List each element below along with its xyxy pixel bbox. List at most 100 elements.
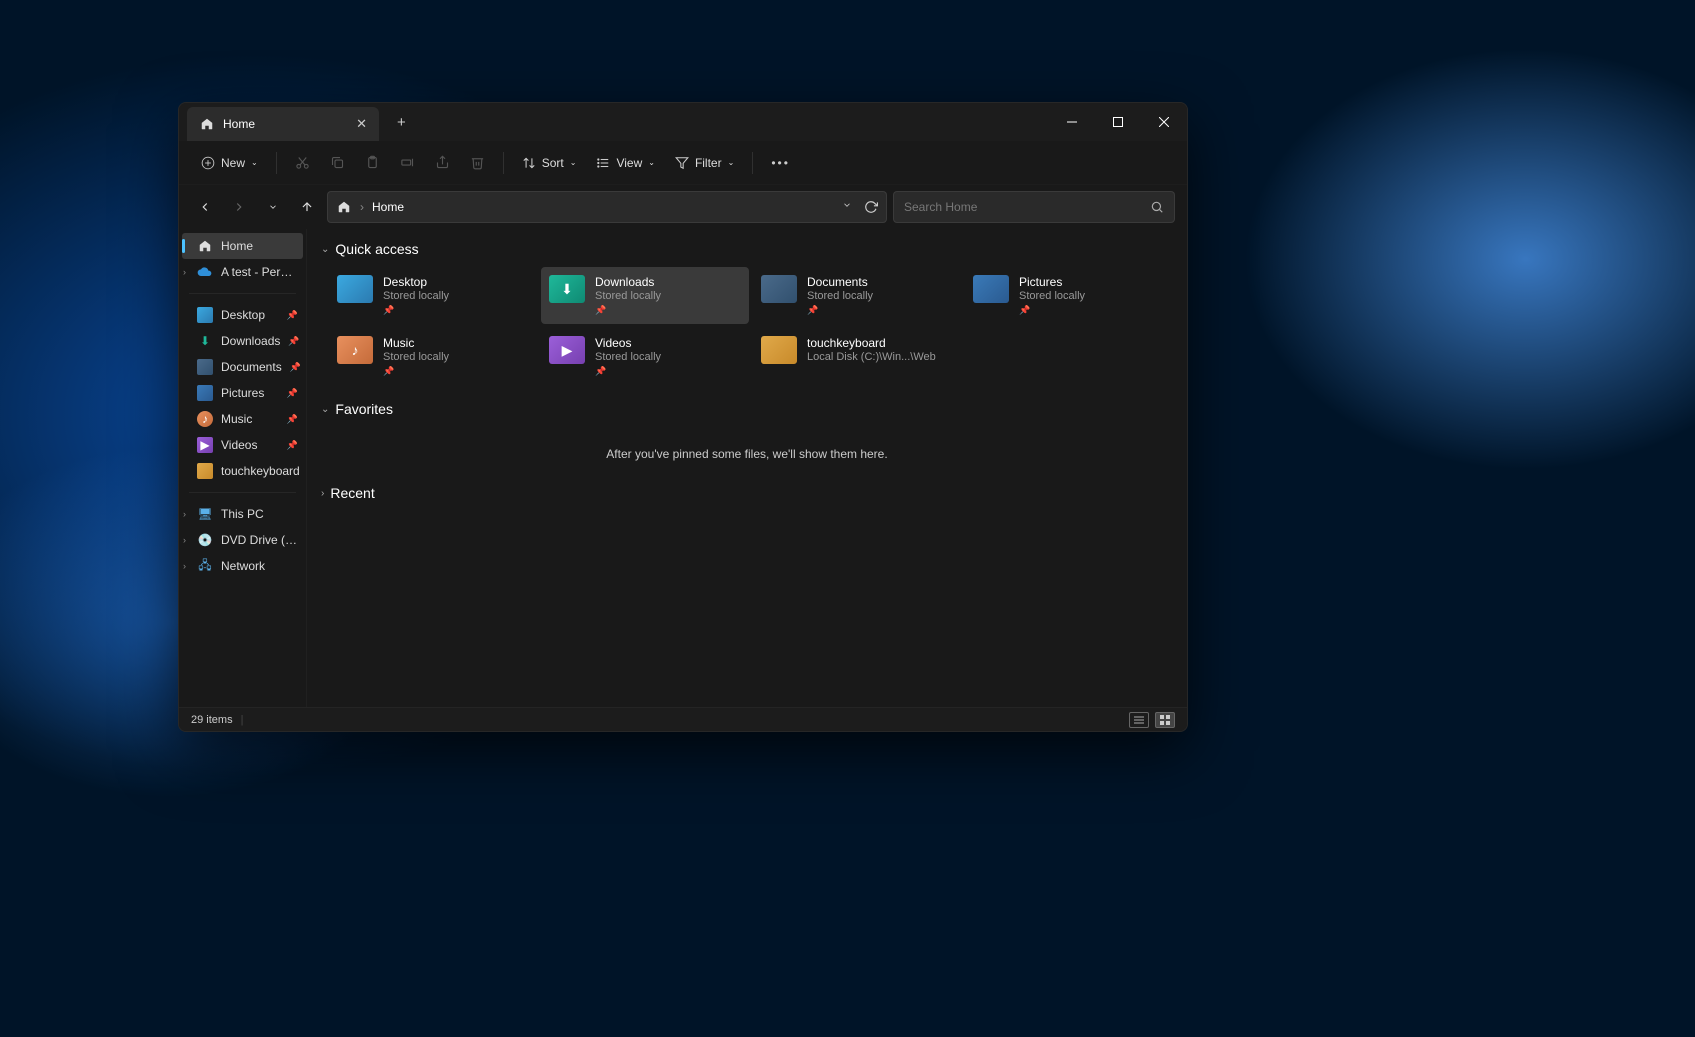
chevron-right-icon: › <box>321 488 324 499</box>
documents-icon <box>197 359 213 375</box>
qa-item-touchkeyboard[interactable]: touchkeyboard Local Disk (C:)\Win...\Web <box>753 328 961 385</box>
minimize-button[interactable] <box>1049 106 1095 138</box>
section-recent[interactable]: › Recent <box>321 481 1173 511</box>
sidebar-item-pictures[interactable]: Pictures 📌 <box>179 380 306 406</box>
quick-access-grid: Desktop Stored locally 📌 ⬇ Downloads Sto… <box>329 267 1173 385</box>
pin-icon: 📌 <box>290 362 301 373</box>
separator <box>503 152 504 174</box>
chevron-down-icon: ⌄ <box>648 158 655 167</box>
section-favorites[interactable]: ⌄ Favorites <box>321 397 1173 427</box>
refresh-button[interactable] <box>864 200 878 214</box>
pin-icon: 📌 <box>595 366 661 377</box>
search-input[interactable] <box>904 200 1150 214</box>
network-icon: 🖧 <box>197 558 213 574</box>
breadcrumb-separator: › <box>360 200 364 214</box>
history-dropdown[interactable] <box>259 193 287 221</box>
tab-home[interactable]: Home ✕ <box>187 107 379 141</box>
home-icon <box>199 116 215 132</box>
more-button[interactable]: ••• <box>763 150 798 176</box>
details-view-button[interactable] <box>1129 712 1149 728</box>
chevron-right-icon: › <box>183 561 186 571</box>
home-icon <box>336 199 352 215</box>
sidebar-item-downloads[interactable]: ⬇ Downloads 📌 <box>179 328 306 354</box>
content-pane: ⌄ Quick access Desktop Stored locally 📌 … <box>307 229 1187 707</box>
qa-item-pictures[interactable]: Pictures Stored locally 📌 <box>965 267 1173 324</box>
chevron-down-icon: ⌄ <box>570 158 577 167</box>
forward-button[interactable] <box>225 193 253 221</box>
cut-button <box>287 149 318 176</box>
close-button[interactable] <box>1141 106 1187 138</box>
qa-item-downloads[interactable]: ⬇ Downloads Stored locally 📌 <box>541 267 749 324</box>
sidebar-item-dvd[interactable]: › 💿 DVD Drive (D:) CCC <box>179 527 306 553</box>
search-icon[interactable] <box>1150 200 1164 214</box>
music-icon: ♪ <box>337 336 373 364</box>
pin-icon: 📌 <box>288 336 299 347</box>
up-button[interactable] <box>293 193 321 221</box>
share-button <box>427 149 458 176</box>
tab-close-icon[interactable]: ✕ <box>356 116 367 132</box>
filter-icon <box>675 156 689 170</box>
status-bar: 29 items | <box>179 707 1187 731</box>
chevron-down-icon: ⌄ <box>321 404 329 415</box>
chevron-down-icon: ⌄ <box>728 158 735 167</box>
pictures-icon <box>197 385 213 401</box>
chevron-down-icon: ⌄ <box>321 244 329 255</box>
item-count: 29 items <box>191 714 233 726</box>
separator <box>189 293 296 294</box>
view-button[interactable]: View ⌄ <box>588 150 663 176</box>
separator <box>276 152 277 174</box>
qa-item-documents[interactable]: Documents Stored locally 📌 <box>753 267 961 324</box>
sidebar-item-videos[interactable]: ▶ Videos 📌 <box>179 432 306 458</box>
pin-icon: 📌 <box>383 366 449 377</box>
navigation-bar: › Home <box>179 185 1187 229</box>
sidebar-item-touchkeyboard[interactable]: touchkeyboard <box>179 458 306 484</box>
sidebar-item-desktop[interactable]: Desktop 📌 <box>179 302 306 328</box>
sidebar-item-onedrive[interactable]: › A test - Personal <box>179 259 306 285</box>
sidebar-item-home[interactable]: Home <box>182 233 303 259</box>
filter-button[interactable]: Filter ⌄ <box>667 150 742 176</box>
qa-item-music[interactable]: ♪ Music Stored locally 📌 <box>329 328 537 385</box>
separator <box>189 492 296 493</box>
sidebar-item-network[interactable]: › 🖧 Network <box>179 553 306 579</box>
plus-circle-icon <box>201 156 215 170</box>
sort-button[interactable]: Sort ⌄ <box>514 150 585 176</box>
videos-icon: ▶ <box>549 336 585 364</box>
separator <box>752 152 753 174</box>
downloads-icon: ⬇ <box>549 275 585 303</box>
command-toolbar: New ⌄ Sort ⌄ View ⌄ Filter ⌄ ••• <box>179 141 1187 185</box>
file-explorer-window: Home ✕ + New ⌄ Sort ⌄ View <box>178 102 1188 732</box>
back-button[interactable] <box>191 193 219 221</box>
maximize-button[interactable] <box>1095 106 1141 138</box>
pin-icon: 📌 <box>807 305 873 316</box>
view-icon <box>596 156 610 170</box>
pin-icon: 📌 <box>383 305 449 316</box>
new-tab-button[interactable]: + <box>379 114 424 131</box>
section-quick-access[interactable]: ⌄ Quick access <box>321 237 1173 267</box>
chevron-right-icon: › <box>183 535 186 545</box>
search-box[interactable] <box>893 191 1175 223</box>
pin-icon: 📌 <box>287 388 298 399</box>
new-button[interactable]: New ⌄ <box>193 150 266 176</box>
favorites-empty-message: After you've pinned some files, we'll sh… <box>321 427 1173 481</box>
sidebar: Home › A test - Personal Desktop 📌 ⬇ Dow… <box>179 229 307 707</box>
qa-item-desktop[interactable]: Desktop Stored locally 📌 <box>329 267 537 324</box>
pictures-icon <box>973 275 1009 303</box>
address-dropdown-icon[interactable] <box>842 200 852 214</box>
address-bar[interactable]: › Home <box>327 191 887 223</box>
sidebar-item-documents[interactable]: Documents 📌 <box>179 354 306 380</box>
paste-button <box>357 149 388 176</box>
tiles-view-button[interactable] <box>1155 712 1175 728</box>
tab-title: Home <box>223 117 255 131</box>
sidebar-item-thispc[interactable]: › 🖥 This PC <box>179 501 306 527</box>
home-icon <box>197 238 213 254</box>
pin-icon: 📌 <box>287 440 298 451</box>
sidebar-item-music[interactable]: ♪ Music 📌 <box>179 406 306 432</box>
desktop-icon <box>197 307 213 323</box>
chevron-right-icon: › <box>183 509 186 519</box>
pin-icon: 📌 <box>595 305 661 316</box>
downloads-icon: ⬇ <box>197 333 213 349</box>
breadcrumb-current[interactable]: Home <box>372 200 404 214</box>
pin-icon: 📌 <box>287 310 298 321</box>
qa-item-videos[interactable]: ▶ Videos Stored locally 📌 <box>541 328 749 385</box>
cloud-icon <box>197 264 213 280</box>
